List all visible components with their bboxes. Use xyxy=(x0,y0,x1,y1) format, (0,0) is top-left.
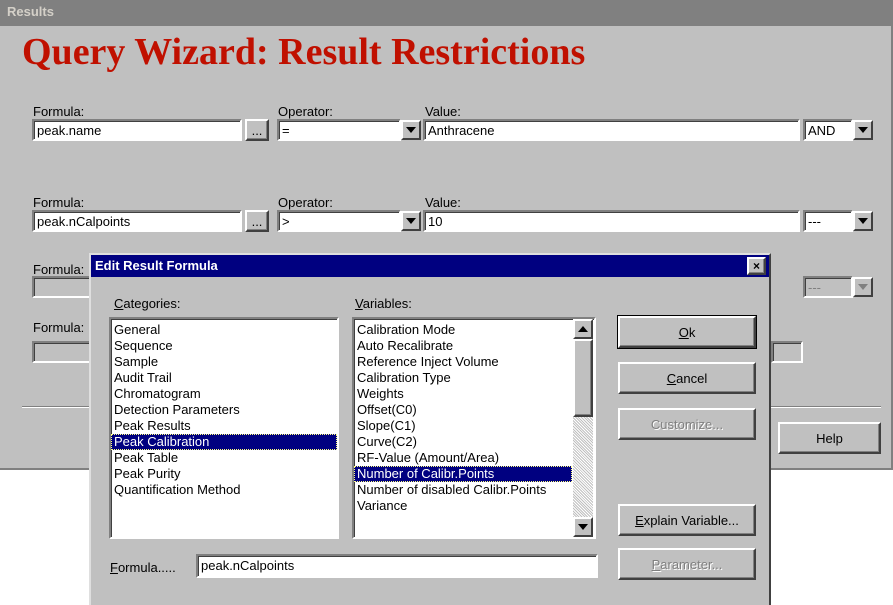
close-button[interactable]: × xyxy=(747,257,766,275)
chevron-down-icon xyxy=(406,127,416,133)
categories-label: Categories: xyxy=(114,296,181,311)
variable-item[interactable]: Number of disabled Calibr.Points xyxy=(354,482,572,498)
row4-value-input xyxy=(771,341,803,363)
variable-item[interactable]: Calibration Type xyxy=(354,370,572,386)
variable-item[interactable]: Slope(C1) xyxy=(354,418,572,434)
formula-label: Formula..... xyxy=(110,560,176,575)
row1-operator-label: Operator: xyxy=(278,104,333,119)
category-item[interactable]: Peak Calibration xyxy=(111,434,337,450)
row2-logic-dropdown[interactable] xyxy=(853,211,873,231)
row1-logic-dropdown[interactable] xyxy=(853,120,873,140)
cancel-label: Cancel xyxy=(666,370,708,386)
row2-browse-button[interactable]: ... xyxy=(245,210,269,232)
row3-logic-dropdown xyxy=(853,277,873,297)
row2-operator-dropdown[interactable] xyxy=(401,211,421,231)
parameter-label: Parameter... xyxy=(651,556,723,572)
row1-value-input[interactable]: Anthracene xyxy=(423,119,800,141)
category-item[interactable]: Chromatogram xyxy=(111,386,337,402)
variables-list[interactable]: Calibration Mode Auto Recalibrate Referenc… xyxy=(352,317,596,539)
variable-item[interactable]: Curve(C2) xyxy=(354,434,572,450)
row1-formula-input[interactable]: peak.name xyxy=(32,119,242,141)
scroll-up-button[interactable] xyxy=(573,319,593,339)
variable-item[interactable]: Weights xyxy=(354,386,572,402)
explain-variable-button[interactable]: Explain Variable... xyxy=(618,504,756,536)
category-item[interactable]: Peak Purity xyxy=(111,466,337,482)
category-item[interactable]: Detection Parameters xyxy=(111,402,337,418)
row1-logic-select[interactable]: AND xyxy=(803,119,853,141)
row1-value-label: Value: xyxy=(425,104,461,119)
row2-formula-input[interactable]: peak.nCalpoints xyxy=(32,210,242,232)
scroll-thumb[interactable] xyxy=(573,339,593,417)
chevron-down-icon xyxy=(858,127,868,133)
row2-operator-label: Operator: xyxy=(278,195,333,210)
help-button[interactable]: Help xyxy=(778,422,881,454)
scroll-down-button[interactable] xyxy=(573,517,593,537)
separator xyxy=(771,406,881,408)
customize-button: Customize... xyxy=(618,408,756,440)
category-item[interactable]: Peak Table xyxy=(111,450,337,466)
category-item[interactable]: General xyxy=(111,322,337,338)
category-item[interactable]: Peak Results xyxy=(111,418,337,434)
row3-formula-label: Formula: xyxy=(33,262,85,277)
variable-item[interactable]: Variance xyxy=(354,498,572,514)
chevron-down-icon xyxy=(406,218,416,224)
arrow-up-icon xyxy=(578,326,588,332)
row2-value-label: Value: xyxy=(425,195,461,210)
row1-operator-dropdown[interactable] xyxy=(401,120,421,140)
page-title: Query Wizard: Result Restrictions xyxy=(22,31,586,73)
row1-operator-select[interactable]: = xyxy=(277,119,401,141)
variable-item[interactable]: RF-Value (Amount/Area) xyxy=(354,450,572,466)
row3-logic-select: --- xyxy=(803,276,853,298)
row2-value-input[interactable]: 10 xyxy=(423,210,800,232)
ok-button[interactable]: Ok xyxy=(617,315,757,349)
row4-formula-label: Formula: xyxy=(33,320,85,335)
category-item[interactable]: Sequence xyxy=(111,338,337,354)
ok-label: Ok xyxy=(678,324,696,340)
row1-browse-button[interactable]: ... xyxy=(245,119,269,141)
variables-label: Variables: xyxy=(355,296,412,311)
row2-operator-select[interactable]: > xyxy=(277,210,401,232)
row2-logic-select[interactable]: --- xyxy=(803,210,853,232)
separator xyxy=(22,406,92,408)
chevron-down-icon xyxy=(858,218,868,224)
explain-variable-label: Explain Variable... xyxy=(635,512,739,528)
close-icon: × xyxy=(752,259,760,273)
parameter-button: Parameter... xyxy=(618,548,756,580)
category-item[interactable]: Quantification Method xyxy=(111,482,337,498)
formula-input[interactable]: peak.nCalpoints xyxy=(196,554,598,578)
variable-item[interactable]: Auto Recalibrate xyxy=(354,338,572,354)
row1-formula-label: Formula: xyxy=(33,104,85,119)
row3-formula-input xyxy=(32,276,92,298)
categories-list[interactable]: General Sequence Sample Audit Trail Chromato… xyxy=(109,317,339,539)
arrow-down-icon xyxy=(578,524,588,530)
chevron-down-icon xyxy=(858,284,868,290)
row2-formula-label: Formula: xyxy=(33,195,85,210)
variable-item[interactable]: Offset(C0) xyxy=(354,402,572,418)
variable-item[interactable]: Number of Calibr.Points xyxy=(354,466,572,482)
results-title-bar: Results xyxy=(0,0,893,26)
row4-formula-input xyxy=(32,341,92,363)
variable-item[interactable]: Reference Inject Volume xyxy=(354,354,572,370)
cancel-button[interactable]: Cancel xyxy=(618,362,756,394)
category-item[interactable]: Sample xyxy=(111,354,337,370)
dialog-title-bar: Edit Result Formula xyxy=(91,255,769,277)
category-item[interactable]: Audit Trail xyxy=(111,370,337,386)
variable-item[interactable]: Calibration Mode xyxy=(354,322,572,338)
